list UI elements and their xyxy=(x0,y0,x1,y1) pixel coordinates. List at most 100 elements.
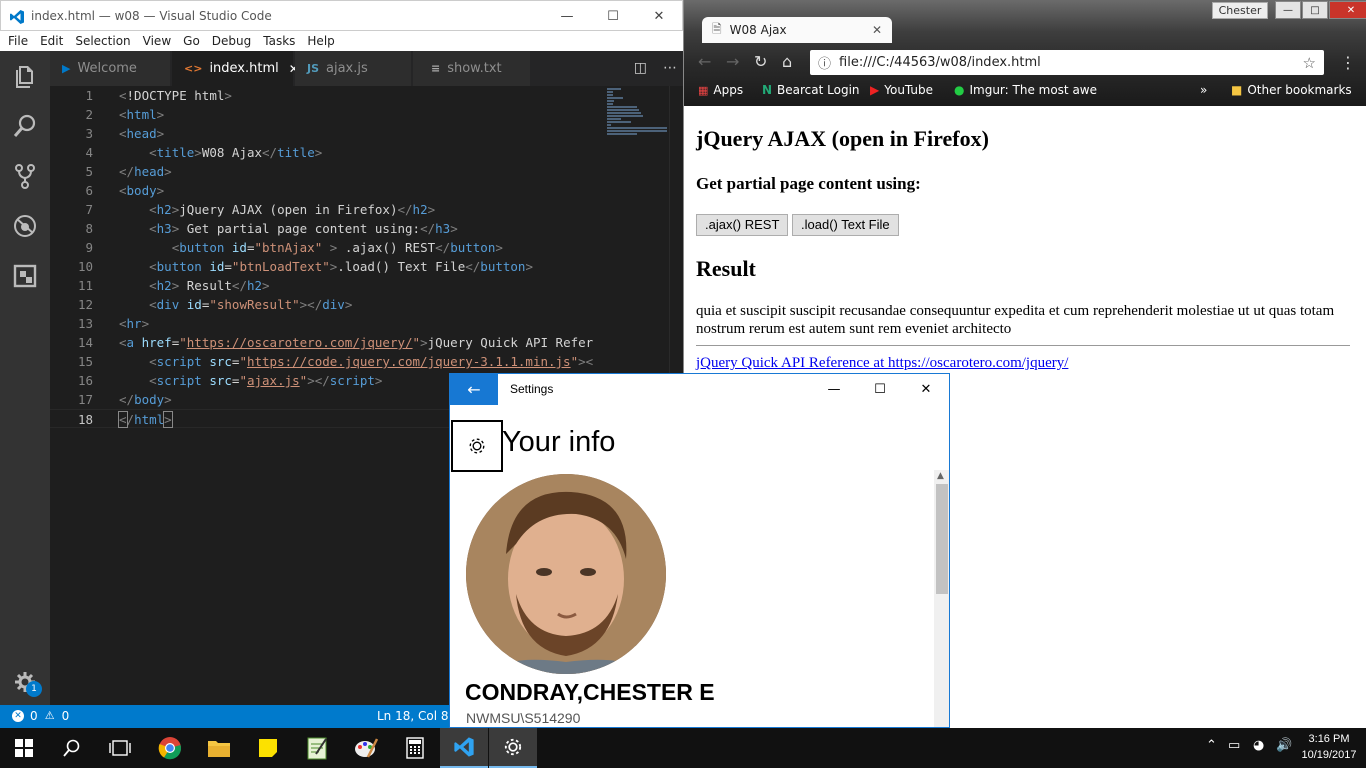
js-icon: JS xyxy=(307,62,320,75)
cursor-position[interactable]: Ln 18, Col 8 xyxy=(377,709,449,723)
bookmark-other[interactable]: ■ Other bookmarks xyxy=(1231,83,1352,97)
vscode-icon[interactable] xyxy=(440,728,488,768)
source-control-icon[interactable] xyxy=(12,163,38,189)
code-line: </body> xyxy=(119,392,172,407)
bookmark-star-icon[interactable]: ☆ xyxy=(1303,54,1316,72)
code-line: <button id="btnAjax" > .ajax() REST</but… xyxy=(171,240,503,255)
volume-icon[interactable]: 🔊 xyxy=(1276,738,1292,753)
info-icon[interactable]: ⓘ xyxy=(818,53,831,72)
menu-tasks[interactable]: Tasks xyxy=(257,34,301,48)
line-number: 15 xyxy=(77,354,93,369)
menu-edit[interactable]: Edit xyxy=(34,34,69,48)
line-number: 13 xyxy=(77,316,93,331)
error-count[interactable]: 0 xyxy=(30,709,38,723)
profile-button[interactable]: Chester xyxy=(1212,2,1268,19)
task-view-icon[interactable] xyxy=(96,728,144,768)
bookmark-imgur[interactable]: ● Imgur: The most awe xyxy=(954,83,1097,97)
close-button[interactable]: ✕ xyxy=(636,1,682,31)
settings-update-badge: 1 xyxy=(26,681,42,697)
chrome-icon[interactable] xyxy=(146,728,194,768)
windows-start-icon[interactable] xyxy=(0,728,48,768)
load-text-file-button[interactable]: .load() Text File xyxy=(792,214,899,236)
chrome-toolbar: 🗎 W08 Ajax ✕ Chester — □ ✕ ← → ↻ ⌂ ⓘ fil… xyxy=(684,0,1366,106)
tab-welcome[interactable]: ▶ Welcome xyxy=(50,51,171,86)
editor-tabs: ▶ Welcome <> index.html ✕ JS ajax.js ≡ s… xyxy=(50,51,683,86)
close-button[interactable]: ✕ xyxy=(1329,1,1366,19)
menu-debug[interactable]: Debug xyxy=(206,34,257,48)
chrome-menu-icon[interactable]: ⋮ xyxy=(1340,53,1356,72)
back-arrow-icon[interactable]: ← xyxy=(450,374,498,405)
notepad-icon[interactable] xyxy=(293,728,341,768)
file-explorer-icon[interactable] xyxy=(195,728,243,768)
line-number: 10 xyxy=(77,259,93,274)
code-line: <script src="ajax.js"></script> xyxy=(149,373,383,388)
warning-icon[interactable]: ⚠ xyxy=(44,710,56,722)
line-number: 3 xyxy=(85,126,93,141)
more-actions-icon[interactable]: ⋯ xyxy=(663,60,677,76)
line-number: 18 xyxy=(77,412,93,427)
page-scrollbar[interactable] xyxy=(1350,106,1366,728)
scrollbar-thumb[interactable] xyxy=(936,484,948,594)
address-bar[interactable]: ⓘ file:///C:/44563/w08/index.html ☆ xyxy=(810,50,1324,75)
settings-titlebar: ← Settings — ☐ ✕ xyxy=(450,374,949,405)
clock-date: 10/19/2017 xyxy=(1301,749,1357,761)
error-icon[interactable]: ✕ xyxy=(12,710,24,722)
close-button[interactable]: ✕ xyxy=(903,374,949,405)
tab-ajax-js[interactable]: JS ajax.js xyxy=(295,51,412,86)
home-icon[interactable]: ⌂ xyxy=(782,52,792,71)
extensions-icon[interactable] xyxy=(12,263,38,289)
menu-file[interactable]: File xyxy=(2,34,34,48)
minimize-button[interactable]: — xyxy=(1275,1,1301,19)
show-hidden-icons-icon[interactable]: ⌃ xyxy=(1206,738,1217,753)
close-tab-icon[interactable]: ✕ xyxy=(872,23,882,37)
imgur-icon: ● xyxy=(954,83,965,97)
code-line: </head> xyxy=(119,164,172,179)
reload-icon[interactable]: ↻ xyxy=(754,52,767,71)
minimize-button[interactable]: — xyxy=(811,374,857,405)
tab-show-txt[interactable]: ≡ show.txt xyxy=(413,51,531,86)
tab-index-html[interactable]: <> index.html ✕ xyxy=(172,51,299,86)
forward-icon[interactable]: → xyxy=(726,52,739,71)
ajax-rest-button[interactable]: .ajax() REST xyxy=(696,214,789,236)
settings-icon[interactable] xyxy=(489,728,537,768)
line-number: 8 xyxy=(85,221,93,236)
url-text[interactable]: file:///C:/44563/w08/index.html xyxy=(839,55,1041,70)
menu-selection[interactable]: Selection xyxy=(69,34,136,48)
bookmark-apps[interactable]: ▦ Apps xyxy=(698,83,743,97)
line-number: 9 xyxy=(85,240,93,255)
code-line: <a href="https://oscarotero.com/jquery/"… xyxy=(119,335,594,350)
paint-icon[interactable] xyxy=(342,728,390,768)
maximize-button[interactable]: ☐ xyxy=(857,374,903,405)
battery-icon[interactable]: ▭ xyxy=(1228,738,1240,753)
scroll-up-icon[interactable]: ▲ xyxy=(937,471,944,481)
search-icon[interactable] xyxy=(48,728,96,768)
search-icon[interactable] xyxy=(12,113,38,139)
clock-time: 3:16 PM xyxy=(1308,733,1350,745)
maximize-button[interactable]: ☐ xyxy=(590,1,636,31)
back-icon[interactable]: ← xyxy=(698,52,711,71)
bookmark-label: Apps xyxy=(713,83,744,97)
minimize-button[interactable]: — xyxy=(544,1,590,31)
menu-view[interactable]: View xyxy=(137,34,177,48)
vscode-logo-icon xyxy=(10,10,24,24)
page-subheading: Get partial page content using: xyxy=(696,174,921,193)
menu-go[interactable]: Go xyxy=(177,34,206,48)
settings-scrollbar[interactable]: ▲ xyxy=(934,470,949,727)
maximize-button[interactable]: □ xyxy=(1302,1,1328,19)
bookmarks-overflow-icon[interactable]: » xyxy=(1200,83,1207,97)
bookmark-youtube[interactable]: ▶ YouTube xyxy=(870,83,933,97)
debug-icon[interactable] xyxy=(12,213,38,239)
settings-home-button[interactable] xyxy=(451,420,503,472)
wifi-icon[interactable]: ◕ xyxy=(1253,738,1264,753)
sticky-notes-icon[interactable] xyxy=(244,728,292,768)
bookmark-bearcat[interactable]: N Bearcat Login xyxy=(762,83,860,97)
system-clock[interactable]: 3:16 PM 10/19/2017 xyxy=(1298,731,1360,763)
jquery-reference-link[interactable]: jQuery Quick API Reference at https://os… xyxy=(696,355,1068,372)
explorer-icon[interactable] xyxy=(12,63,38,89)
warning-count[interactable]: 0 xyxy=(62,709,70,723)
menu-help[interactable]: Help xyxy=(301,34,340,48)
tab-title: W08 Ajax xyxy=(729,23,787,37)
split-editor-icon[interactable]: ◫ xyxy=(634,60,647,76)
calculator-icon[interactable] xyxy=(391,728,439,768)
browser-tab[interactable]: 🗎 W08 Ajax ✕ xyxy=(702,17,892,43)
